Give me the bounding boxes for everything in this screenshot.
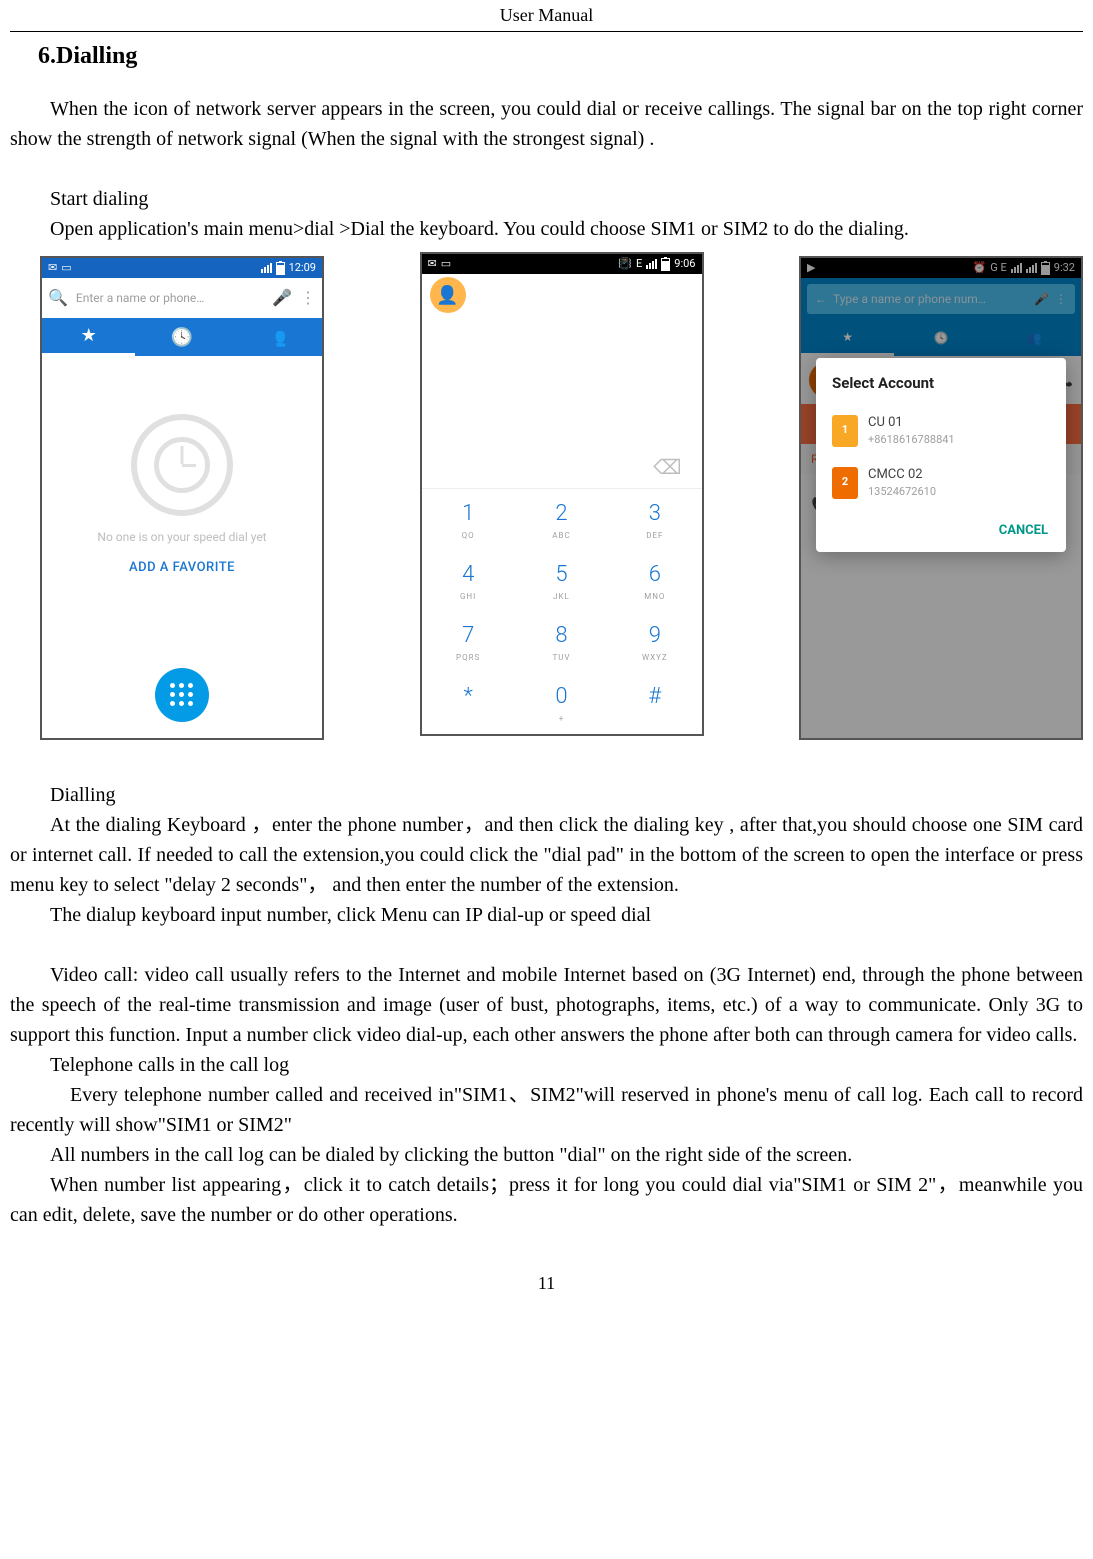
sim1-name: CU 01 bbox=[868, 413, 955, 433]
people-icon: 👥 bbox=[264, 324, 286, 351]
key-1[interactable]: 1QO bbox=[422, 489, 515, 550]
signal-icon bbox=[646, 259, 657, 269]
paragraph-video-call: Video call: video call usually refers to… bbox=[10, 960, 1083, 1050]
paragraph-intro: When the icon of network server appears … bbox=[10, 94, 1083, 154]
tab-recents[interactable]: 🕓 bbox=[135, 318, 228, 356]
signal-icon bbox=[261, 263, 272, 273]
avatar-icon: 👤 bbox=[430, 277, 466, 313]
speed-dial-empty-state: No one is on your speed dial yet ADD A F… bbox=[42, 356, 322, 636]
sim-option-2[interactable]: 2 CMCC 02 13524672610 bbox=[816, 457, 1066, 509]
net-type-text: E bbox=[636, 256, 642, 273]
add-favorite-button[interactable]: ADD A FAVORITE bbox=[129, 558, 235, 578]
dial-pad: 1QO 2ABC 3DEF 4GHI 5JKL 6MNO 7PQRS 8TUV … bbox=[422, 488, 702, 733]
sim-card-icon: 1 bbox=[832, 415, 858, 447]
tab-contacts[interactable]: 👥 bbox=[229, 318, 322, 356]
cancel-button[interactable]: CANCEL bbox=[816, 509, 1066, 547]
search-bar[interactable]: 🔍 Enter a name or phone… 🎤 ⋮ bbox=[42, 278, 322, 318]
screenshot-dialer-favorites: ✉ ▭ 12:09 🔍 Enter a name or phone… 🎤 ⋮ ★… bbox=[40, 256, 324, 740]
clock-text: 9:06 bbox=[674, 256, 695, 273]
paragraph-dialling-body: At the dialing Keyboard ，enter the phone… bbox=[10, 810, 1083, 900]
key-4[interactable]: 4GHI bbox=[422, 550, 515, 611]
search-placeholder: Enter a name or phone… bbox=[76, 289, 264, 307]
paragraph-ip-dial: The dialup keyboard input number, click … bbox=[10, 900, 1083, 930]
battery-icon bbox=[276, 262, 285, 275]
paragraph-calllog-body2: All numbers in the call log can be diale… bbox=[10, 1140, 1083, 1170]
paragraph-calllog-label: Telephone calls in the call log bbox=[10, 1050, 1083, 1080]
screenshot-dialpad: ✉ ▭ 📳 E 9:06 👤 ⌫ 1QO 2ABC bbox=[420, 252, 704, 736]
sim-card-icon: 2 bbox=[832, 467, 858, 499]
key-3[interactable]: 3DEF bbox=[608, 489, 701, 550]
key-9[interactable]: 9WXYZ bbox=[608, 611, 701, 672]
message-icon: ✉ bbox=[48, 260, 57, 277]
sim2-name: CMCC 02 bbox=[868, 465, 936, 485]
clock-illustration-icon bbox=[154, 437, 210, 493]
page-number: 11 bbox=[10, 1270, 1083, 1297]
paragraph-start-dialing-body: Open application's main menu>dial >Dial … bbox=[10, 214, 1083, 244]
battery-icon bbox=[661, 258, 670, 271]
paragraph-dialling-label: Dialling bbox=[10, 780, 1083, 810]
key-2[interactable]: 2ABC bbox=[515, 489, 608, 550]
sim2-number: 13524672610 bbox=[868, 484, 936, 501]
message-icon: ✉ bbox=[428, 256, 437, 273]
backspace-icon[interactable]: ⌫ bbox=[653, 455, 681, 479]
screenshot-select-account: ▶ ⏰ G E 9:32 ← Type a name or phone num…… bbox=[799, 256, 1083, 740]
key-hash[interactable]: # bbox=[608, 672, 701, 733]
key-5[interactable]: 5JKL bbox=[515, 550, 608, 611]
screenshots-row: ✉ ▭ 12:09 🔍 Enter a name or phone… 🎤 ⋮ ★… bbox=[40, 256, 1083, 740]
dialpad-icon bbox=[170, 683, 194, 707]
key-0[interactable]: 0+ bbox=[515, 672, 608, 733]
tab-bar: ★ 🕓 👥 bbox=[42, 318, 322, 356]
screenshot-icon: ▭ bbox=[441, 256, 451, 273]
dialpad-fab[interactable] bbox=[155, 668, 209, 722]
paragraph-calllog-body1: Every telephone number called and receiv… bbox=[10, 1080, 1083, 1140]
screenshot-icon: ▭ bbox=[61, 260, 71, 277]
status-bar: ✉ ▭ 12:09 bbox=[42, 258, 322, 278]
vibrate-icon: 📳 bbox=[618, 256, 632, 273]
clock-text: 12:09 bbox=[289, 260, 316, 277]
key-star[interactable]: * bbox=[422, 672, 515, 733]
sim1-number: +8618616788841 bbox=[868, 432, 955, 449]
key-8[interactable]: 8TUV bbox=[515, 611, 608, 672]
key-7[interactable]: 7PQRS bbox=[422, 611, 515, 672]
paragraph-start-dialing-label: Start dialing bbox=[10, 184, 1083, 214]
overflow-icon[interactable]: ⋮ bbox=[300, 286, 316, 310]
sim-option-1[interactable]: 1 CU 01 +8618616788841 bbox=[816, 405, 1066, 457]
tab-favorites[interactable]: ★ bbox=[42, 318, 135, 356]
empty-message: No one is on your speed dial yet bbox=[97, 528, 266, 546]
search-icon: 🔍 bbox=[48, 286, 68, 310]
empty-illustration bbox=[131, 414, 233, 516]
dialog-scrim: Select Account 1 CU 01 +8618616788841 2 … bbox=[801, 258, 1081, 738]
dialog-title: Select Account bbox=[816, 372, 1066, 405]
page-header: User Manual bbox=[10, 0, 1083, 32]
star-icon: ★ bbox=[81, 322, 97, 349]
key-6[interactable]: 6MNO bbox=[608, 550, 701, 611]
contact-suggestion-row[interactable]: 👤 bbox=[422, 274, 702, 316]
select-account-dialog: Select Account 1 CU 01 +8618616788841 2 … bbox=[816, 358, 1066, 552]
status-bar: ✉ ▭ 📳 E 9:06 bbox=[422, 254, 702, 274]
paragraph-calllog-body3: When number list appearing，click it to c… bbox=[10, 1170, 1083, 1230]
mic-icon[interactable]: 🎤 bbox=[272, 286, 292, 310]
section-heading: 6.Dialling bbox=[38, 38, 1083, 74]
clock-icon: 🕓 bbox=[171, 324, 193, 351]
